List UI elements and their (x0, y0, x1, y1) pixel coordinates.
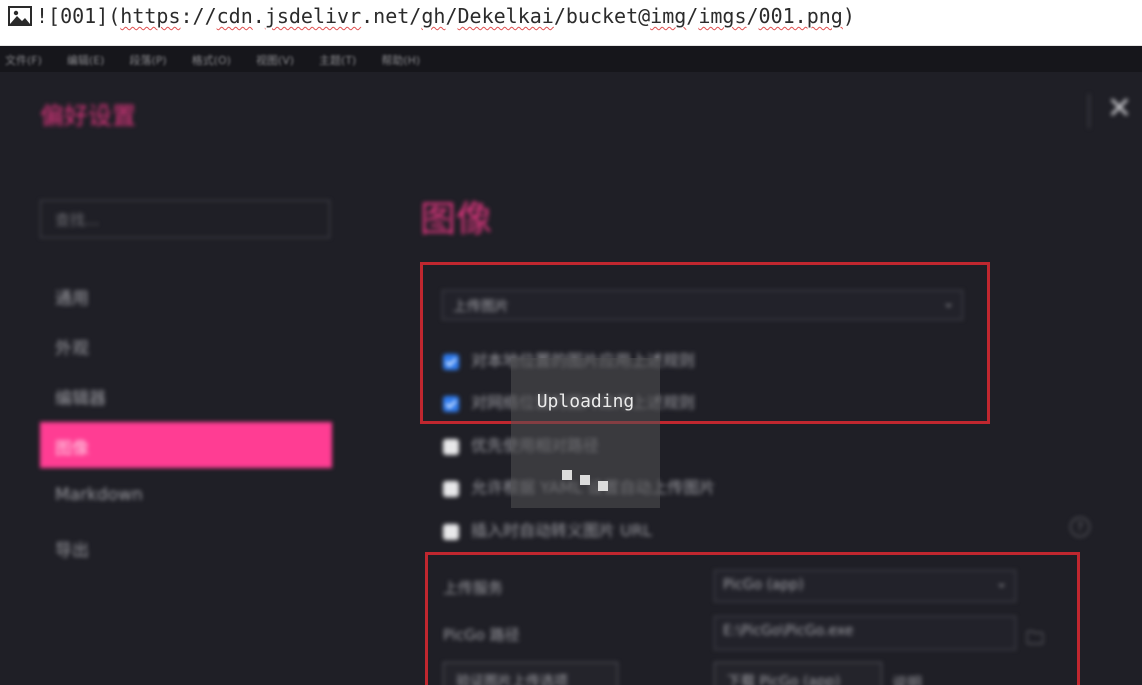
url-part: imgs (698, 4, 747, 28)
sidebar-item-markdown[interactable]: Markdown (40, 473, 332, 519)
url-part: / (445, 4, 458, 28)
menu-view[interactable]: 视图(V) (256, 52, 294, 68)
url-part: Dekelkai (457, 4, 554, 28)
menu-help[interactable]: 帮助(H) (381, 52, 420, 68)
header-divider (1088, 94, 1090, 128)
uploading-label: Uploading (536, 391, 635, 412)
checkbox[interactable] (443, 438, 459, 455)
url-part: cdn (216, 4, 253, 28)
sidebar-item-general[interactable]: 通用 (40, 272, 332, 318)
url-part: jsdelivr (264, 4, 362, 28)
menu-file[interactable]: 文件(F) (5, 52, 42, 68)
markdown-prefix: ![001]( (36, 4, 121, 28)
url-part: / (686, 4, 699, 28)
markdown-image-source: ![001](https://cdn.jsdelivr.net/gh/Dekel… (36, 3, 855, 29)
url-part: https (120, 4, 181, 28)
url-part: gh (421, 4, 446, 28)
spinner-dot (598, 481, 608, 491)
checkbox[interactable] (443, 480, 459, 497)
highlight-box-upload-service (425, 552, 1080, 685)
url-part: .net/ (361, 4, 422, 28)
editor-line[interactable]: ![001](https://cdn.jsdelivr.net/gh/Dekel… (0, 0, 1142, 46)
sidebar-item-editor[interactable]: 编辑器 (40, 372, 332, 418)
menu-paragraph[interactable]: 段落(P) (129, 52, 166, 68)
checkbox[interactable] (443, 523, 459, 540)
image-icon (8, 6, 32, 26)
menu-format[interactable]: 格式(O) (192, 52, 231, 68)
option-escape-url[interactable]: 插入时自动转义图片 URL (443, 517, 652, 540)
menu-theme[interactable]: 主题(T) (319, 52, 356, 68)
url-part: ) (842, 4, 855, 28)
preferences-title: 偏好设置 (40, 102, 136, 130)
url-part: / (746, 4, 759, 28)
spinner-dot (562, 470, 572, 480)
spinner-dot (580, 475, 590, 485)
option-label: 插入时自动转义图片 URL (471, 521, 652, 540)
sidebar-item-image[interactable]: 图像 (40, 422, 332, 468)
search-input[interactable]: 查找... (40, 200, 330, 238)
close-icon[interactable]: ✕ (1107, 94, 1132, 124)
menu-bar: 文件(F) 编辑(E) 段落(P) 格式(O) 视图(V) 主题(T) 帮助(H) (0, 46, 1142, 72)
highlight-box-upload-rules (420, 262, 990, 424)
uploading-overlay: Uploading (511, 358, 660, 508)
sidebar-item-appearance[interactable]: 外观 (40, 322, 332, 368)
section-title: 图像 (420, 199, 493, 240)
url-part: /bucket@ (553, 4, 651, 28)
url-part: . (252, 4, 265, 28)
sidebar-item-export[interactable]: 导出 (40, 524, 332, 570)
url-part: 001.png (758, 4, 843, 28)
url-part: :// (180, 4, 217, 28)
help-icon[interactable]: ? (1070, 517, 1090, 537)
menu-edit[interactable]: 编辑(E) (67, 52, 105, 68)
url-part: img (650, 4, 687, 28)
